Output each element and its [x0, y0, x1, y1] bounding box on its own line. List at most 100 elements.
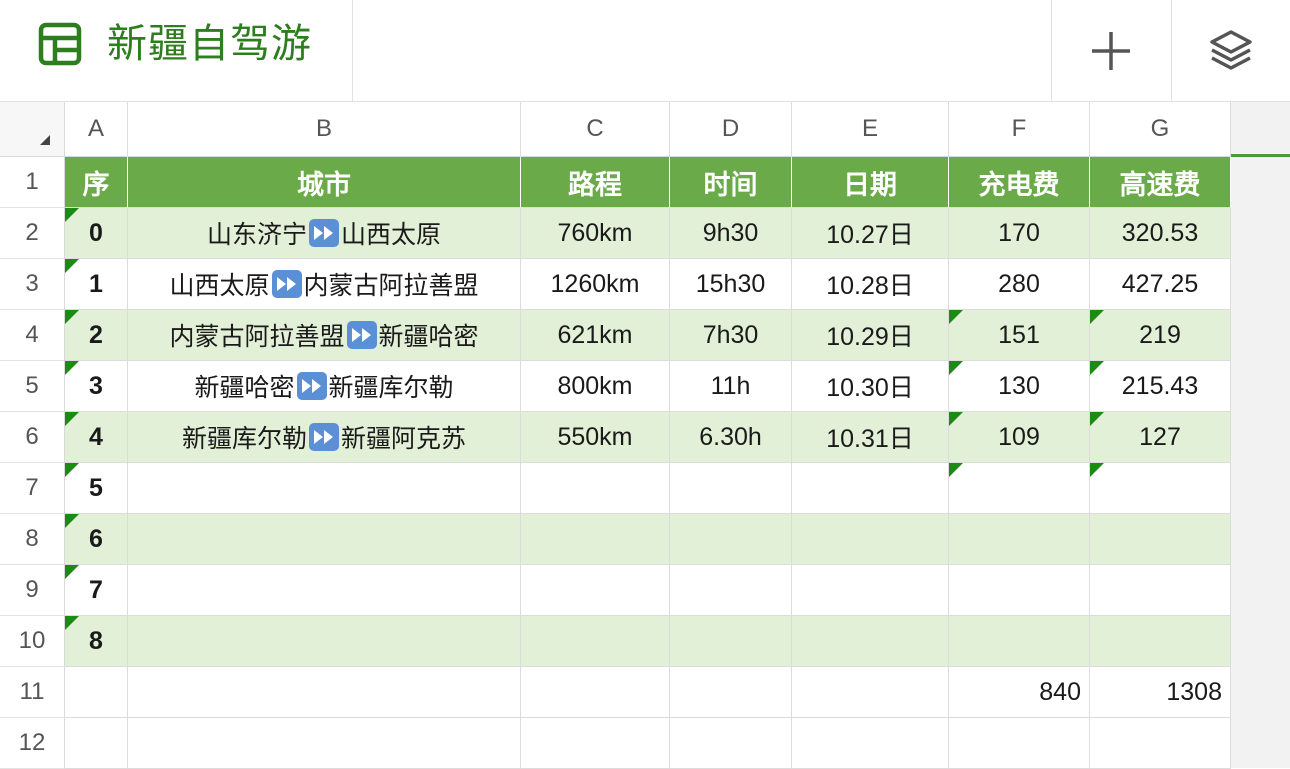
row-header-7[interactable]: 7	[0, 463, 65, 514]
sequence-cell[interactable]: 5	[65, 463, 128, 514]
data-cell[interactable]: 10.29日	[792, 310, 949, 361]
data-cell[interactable]: 10.28日	[792, 259, 949, 310]
sequence-cell[interactable]: 2	[65, 310, 128, 361]
data-cell[interactable]: 7h30	[670, 310, 792, 361]
empty-cell[interactable]	[792, 718, 949, 769]
empty-cell[interactable]	[521, 718, 670, 769]
data-cell[interactable]	[949, 565, 1090, 616]
row-header-5[interactable]: 5	[0, 361, 65, 412]
data-cell[interactable]: 800km	[521, 361, 670, 412]
data-cell[interactable]: 11h	[670, 361, 792, 412]
table-header-cell[interactable]: 序	[65, 157, 128, 208]
data-cell[interactable]	[670, 565, 792, 616]
data-cell[interactable]	[670, 463, 792, 514]
document-title-area[interactable]: 新疆自驾游	[0, 0, 353, 101]
row-header-12[interactable]: 12	[0, 718, 65, 769]
data-cell[interactable]: 151	[949, 310, 1090, 361]
empty-cell[interactable]	[65, 667, 128, 718]
empty-cell[interactable]	[65, 718, 128, 769]
data-cell[interactable]: 10.31日	[792, 412, 949, 463]
data-cell[interactable]: 621km	[521, 310, 670, 361]
data-cell[interactable]	[949, 463, 1090, 514]
column-header-f[interactable]: F	[949, 102, 1090, 157]
empty-cell[interactable]	[1090, 718, 1231, 769]
row-header-3[interactable]: 3	[0, 259, 65, 310]
row-header-10[interactable]: 10	[0, 616, 65, 667]
data-cell[interactable]	[792, 514, 949, 565]
data-cell[interactable]	[792, 616, 949, 667]
route-cell[interactable]	[128, 565, 521, 616]
data-cell[interactable]: 215.43	[1090, 361, 1231, 412]
table-header-cell[interactable]: 路程	[521, 157, 670, 208]
empty-cell[interactable]	[128, 667, 521, 718]
route-cell[interactable]: 新疆哈密 新疆库尔勒	[128, 361, 521, 412]
data-cell[interactable]	[1090, 616, 1231, 667]
data-cell[interactable]: 109	[949, 412, 1090, 463]
empty-cell[interactable]	[792, 667, 949, 718]
route-cell[interactable]	[128, 463, 521, 514]
data-cell[interactable]	[792, 565, 949, 616]
data-cell[interactable]: 170	[949, 208, 1090, 259]
data-cell[interactable]: 10.30日	[792, 361, 949, 412]
sequence-cell[interactable]: 3	[65, 361, 128, 412]
data-cell[interactable]	[1090, 463, 1231, 514]
data-cell[interactable]: 760km	[521, 208, 670, 259]
data-cell[interactable]: 127	[1090, 412, 1231, 463]
data-cell[interactable]: 280	[949, 259, 1090, 310]
column-header-b[interactable]: B	[128, 102, 521, 157]
sequence-cell[interactable]: 4	[65, 412, 128, 463]
row-header-1[interactable]: 1	[0, 157, 65, 208]
data-cell[interactable]	[949, 616, 1090, 667]
data-cell[interactable]: 130	[949, 361, 1090, 412]
empty-cell[interactable]	[670, 667, 792, 718]
table-header-cell[interactable]: 城市	[128, 157, 521, 208]
row-header-4[interactable]: 4	[0, 310, 65, 361]
sequence-cell[interactable]: 1	[65, 259, 128, 310]
data-cell[interactable]	[521, 616, 670, 667]
empty-cell[interactable]	[670, 718, 792, 769]
route-cell[interactable]	[128, 616, 521, 667]
table-header-cell[interactable]: 充电费	[949, 157, 1090, 208]
sequence-cell[interactable]: 0	[65, 208, 128, 259]
data-cell[interactable]: 320.53	[1090, 208, 1231, 259]
sequence-cell[interactable]: 7	[65, 565, 128, 616]
data-cell[interactable]: 427.25	[1090, 259, 1231, 310]
data-cell[interactable]	[1090, 514, 1231, 565]
spreadsheet-grid[interactable]: A B C D E F G 1 2 3 4 5 6 7 8 9 10 11 12 序城市 路程 时间 日期 充电费 高速费 0 山东…	[0, 102, 1290, 769]
column-header-a[interactable]: A	[65, 102, 128, 157]
data-cell[interactable]: 219	[1090, 310, 1231, 361]
route-cell[interactable]: 山西太原 内蒙古阿拉善盟	[128, 259, 521, 310]
data-cell[interactable]	[521, 463, 670, 514]
column-header-c[interactable]: C	[521, 102, 670, 157]
data-cell[interactable]: 15h30	[670, 259, 792, 310]
data-cell[interactable]	[949, 514, 1090, 565]
row-header-8[interactable]: 8	[0, 514, 65, 565]
column-header-g[interactable]: G	[1090, 102, 1231, 157]
column-header-d[interactable]: D	[670, 102, 792, 157]
data-cell[interactable]	[521, 514, 670, 565]
total-cell[interactable]: 840	[949, 667, 1090, 718]
empty-cell[interactable]	[949, 718, 1090, 769]
sequence-cell[interactable]: 8	[65, 616, 128, 667]
table-header-cell[interactable]: 高速费	[1090, 157, 1231, 208]
route-cell[interactable]	[128, 514, 521, 565]
table-header-cell[interactable]: 时间	[670, 157, 792, 208]
data-cell[interactable]	[521, 565, 670, 616]
add-button[interactable]	[1051, 0, 1170, 101]
route-cell[interactable]: 新疆库尔勒 新疆阿克苏	[128, 412, 521, 463]
total-cell[interactable]: 1308	[1090, 667, 1231, 718]
data-cell[interactable]	[670, 616, 792, 667]
data-cell[interactable]: 6.30h	[670, 412, 792, 463]
row-header-2[interactable]: 2	[0, 208, 65, 259]
column-header-e[interactable]: E	[792, 102, 949, 157]
row-header-9[interactable]: 9	[0, 565, 65, 616]
data-cell[interactable]: 550km	[521, 412, 670, 463]
data-cell[interactable]: 1260km	[521, 259, 670, 310]
data-cell[interactable]	[670, 514, 792, 565]
empty-cell[interactable]	[128, 718, 521, 769]
data-cell[interactable]	[1090, 565, 1231, 616]
data-cell[interactable]	[792, 463, 949, 514]
sequence-cell[interactable]: 6	[65, 514, 128, 565]
row-header-6[interactable]: 6	[0, 412, 65, 463]
route-cell[interactable]: 内蒙古阿拉善盟 新疆哈密	[128, 310, 521, 361]
